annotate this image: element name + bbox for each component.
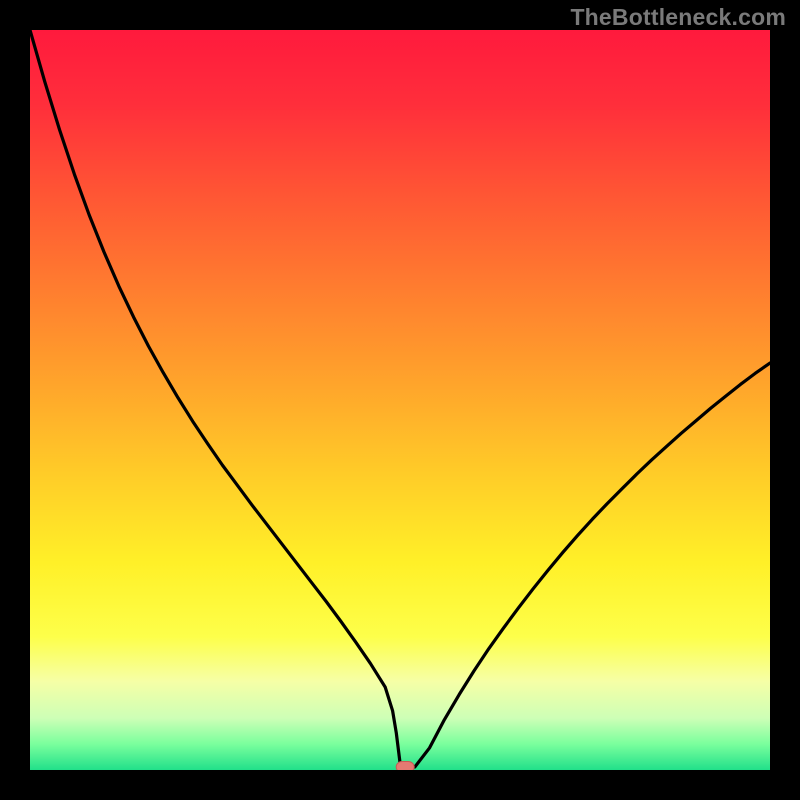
- optimum-marker: [396, 762, 414, 773]
- watermark-text: TheBottleneck.com: [570, 4, 786, 31]
- chart-frame: { "watermark": "TheBottleneck.com", "plo…: [0, 0, 800, 800]
- bottleneck-plot: [0, 0, 800, 800]
- plot-background: [30, 30, 770, 770]
